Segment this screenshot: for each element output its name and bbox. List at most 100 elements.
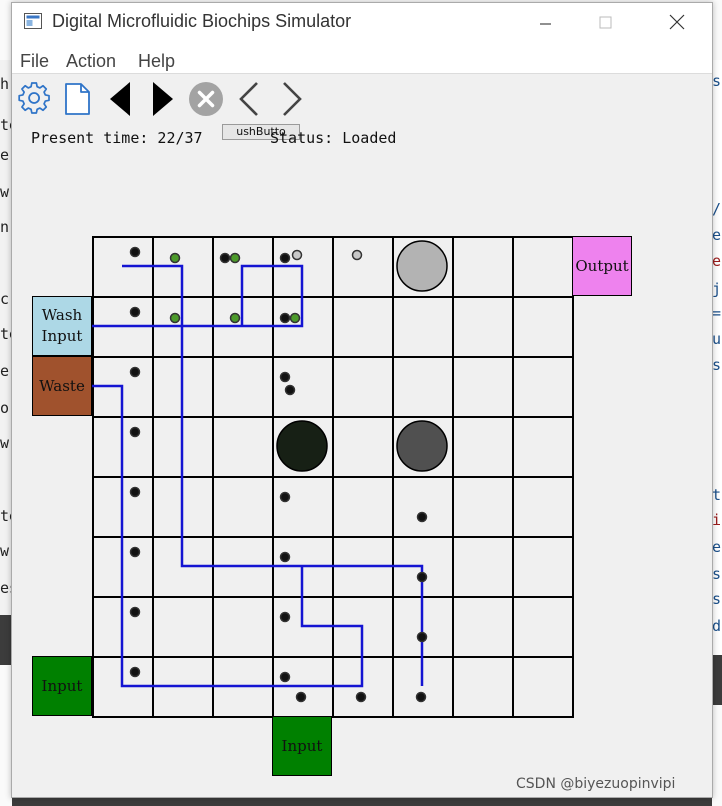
status-text: Status: Loaded — [270, 129, 397, 147]
background-text-fragment: i — [712, 511, 722, 529]
menu-action[interactable]: Action — [66, 51, 116, 72]
electrode-cell[interactable] — [393, 417, 453, 477]
background-text-fragment: = — [712, 304, 722, 322]
electrode-cell[interactable] — [153, 537, 213, 597]
electrode-cell[interactable] — [333, 537, 393, 597]
electrode-cell[interactable] — [453, 477, 513, 537]
electrode-cell[interactable] — [393, 597, 453, 657]
electrode-cell[interactable] — [93, 537, 153, 597]
electrode-cell[interactable] — [453, 537, 513, 597]
electrode-cell[interactable] — [333, 297, 393, 357]
electrode-cell[interactable] — [333, 357, 393, 417]
electrode-cell[interactable] — [513, 297, 573, 357]
electrode-cell[interactable] — [273, 237, 333, 297]
electrode-cell[interactable] — [153, 297, 213, 357]
electrode-cell[interactable] — [273, 537, 333, 597]
electrode-cell[interactable] — [513, 537, 573, 597]
background-text-fragment: d — [712, 617, 722, 635]
background-text-fragment: w — [0, 183, 10, 201]
electrode-cell[interactable] — [273, 657, 333, 717]
background-text-fragment: w — [0, 434, 10, 452]
electrode-cell[interactable] — [153, 417, 213, 477]
electrode-cell[interactable] — [93, 297, 153, 357]
triangle-right-icon — [153, 82, 173, 116]
electrode-cell[interactable] — [453, 297, 513, 357]
new-file-button[interactable] — [59, 81, 95, 117]
app-icon — [24, 13, 42, 29]
chevron-right-icon — [283, 82, 302, 116]
electrode-cell[interactable] — [153, 357, 213, 417]
electrode-cell[interactable] — [513, 657, 573, 717]
electrode-cell[interactable] — [213, 237, 273, 297]
electrode-cell[interactable] — [333, 657, 393, 717]
background-text-fragment: u — [712, 330, 722, 348]
background-text-fragment: s — [712, 72, 722, 90]
electrode-cell[interactable] — [153, 237, 213, 297]
electrode-cell[interactable] — [213, 657, 273, 717]
electrode-cell[interactable] — [93, 477, 153, 537]
electrode-cell[interactable] — [513, 477, 573, 537]
background-text-fragment: s — [712, 356, 722, 374]
electrode-cell[interactable] — [513, 357, 573, 417]
stop-button[interactable] — [188, 81, 224, 117]
electrode-cell[interactable] — [273, 297, 333, 357]
watermark: CSDN @biyezuopinvipi — [516, 776, 676, 792]
electrode-cell[interactable] — [453, 597, 513, 657]
electrode-cell[interactable] — [393, 297, 453, 357]
electrode-cell[interactable] — [453, 357, 513, 417]
electrode-cell[interactable] — [213, 357, 273, 417]
electrode-cell[interactable] — [213, 417, 273, 477]
electrode-cell[interactable] — [273, 477, 333, 537]
electrode-cell[interactable] — [153, 477, 213, 537]
next-button[interactable] — [274, 81, 310, 117]
electrode-cell[interactable] — [273, 597, 333, 657]
background-text-fragment: s — [712, 565, 722, 583]
triangle-left-icon — [110, 82, 130, 116]
electrode-cell[interactable] — [93, 357, 153, 417]
minimize-button[interactable] — [522, 3, 568, 43]
electrode-cell[interactable] — [153, 597, 213, 657]
electrode-cell[interactable] — [213, 537, 273, 597]
electrode-cell[interactable] — [453, 237, 513, 297]
electrode-cell[interactable] — [333, 417, 393, 477]
close-button[interactable] — [654, 3, 700, 43]
electrode-cell[interactable] — [393, 357, 453, 417]
electrode-cell[interactable] — [213, 477, 273, 537]
electrode-cell[interactable] — [393, 537, 453, 597]
electrode-cell[interactable] — [153, 657, 213, 717]
maximize-button[interactable] — [582, 3, 628, 43]
port-wash-input-left: Wash Input — [32, 296, 92, 356]
previous-button[interactable] — [232, 81, 268, 117]
electrode-cell[interactable] — [513, 597, 573, 657]
electrode-cell[interactable] — [213, 297, 273, 357]
electrode-cell[interactable] — [453, 657, 513, 717]
settings-button[interactable] — [17, 81, 53, 117]
electrode-cell[interactable] — [273, 417, 333, 477]
electrode-cell[interactable] — [273, 357, 333, 417]
background-text-fragment: h — [0, 75, 10, 93]
background-text-fragment: t — [712, 486, 722, 504]
step-forward-button[interactable] — [145, 81, 181, 117]
electrode-cell[interactable] — [93, 417, 153, 477]
background-text-fragment: j — [712, 280, 722, 298]
electrode-cell[interactable] — [393, 657, 453, 717]
step-back-button[interactable] — [103, 81, 139, 117]
electrode-grid[interactable] — [92, 236, 574, 718]
electrode-cell[interactable] — [453, 417, 513, 477]
menu-file[interactable]: File — [20, 51, 49, 72]
electrode-cell[interactable] — [513, 417, 573, 477]
background-text-fragment: c — [0, 290, 10, 308]
electrode-cell[interactable] — [393, 477, 453, 537]
simulator-window: Digital Microfluidic Biochips Simulator … — [11, 2, 713, 798]
electrode-cell[interactable] — [513, 237, 573, 297]
electrode-cell[interactable] — [213, 597, 273, 657]
electrode-cell[interactable] — [93, 237, 153, 297]
menu-help[interactable]: Help — [138, 51, 175, 72]
electrode-cell[interactable] — [333, 597, 393, 657]
electrode-cell[interactable] — [393, 237, 453, 297]
electrode-cell[interactable] — [93, 657, 153, 717]
electrode-cell[interactable] — [333, 237, 393, 297]
port-waste-left: Waste — [32, 356, 92, 416]
electrode-cell[interactable] — [93, 597, 153, 657]
electrode-cell[interactable] — [333, 477, 393, 537]
